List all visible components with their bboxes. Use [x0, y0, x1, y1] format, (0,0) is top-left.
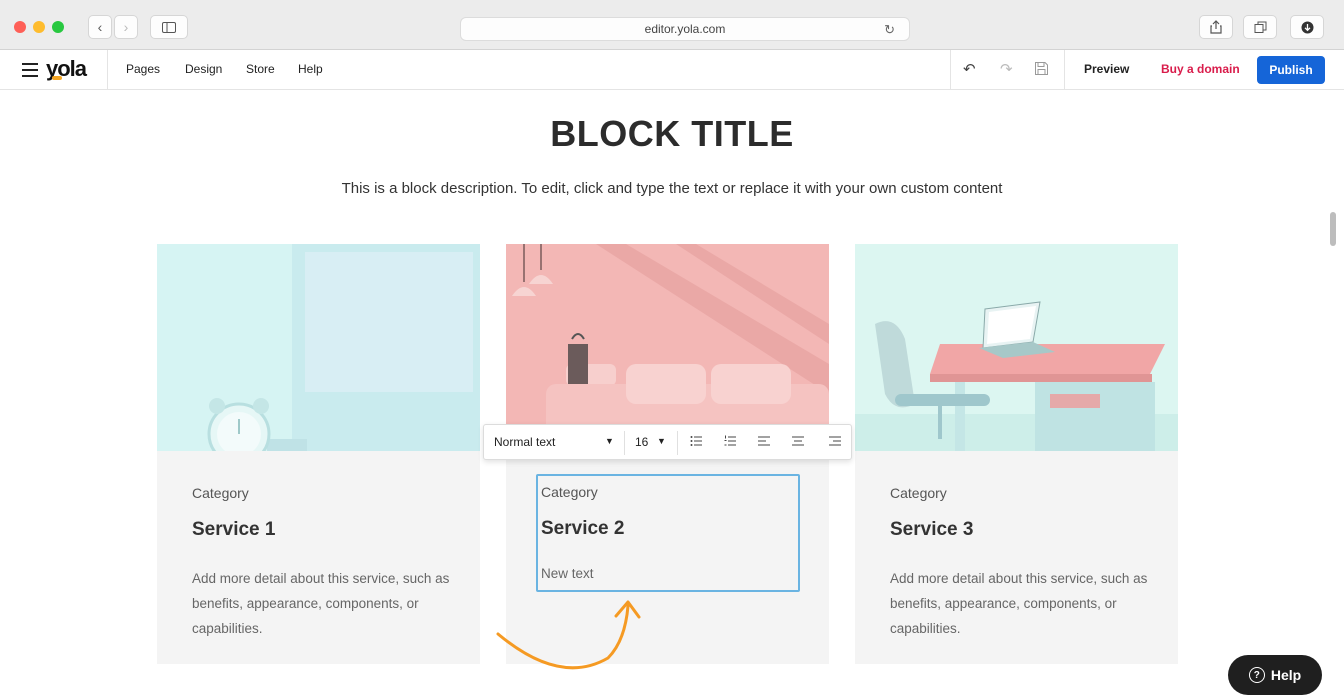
url-text: editor.yola.com [644, 22, 726, 36]
help-label: Help [1270, 667, 1302, 683]
menu-icon[interactable] [22, 63, 38, 77]
nav-pages[interactable]: Pages [126, 62, 160, 76]
align-right-icon[interactable] [829, 434, 841, 450]
card-title[interactable]: Service 1 [192, 519, 275, 541]
close-window-button[interactable] [14, 21, 26, 33]
zoom-window-button[interactable] [52, 21, 64, 33]
editor-toolbar: yola Pages Design Store Help ↶ ↷ Preview… [0, 50, 1344, 90]
address-bar[interactable]: editor.yola.com ↻ [460, 17, 910, 41]
align-left-icon[interactable] [758, 434, 770, 450]
minimize-window-button[interactable] [33, 21, 45, 33]
downloads-button[interactable] [1290, 15, 1324, 39]
service-1-image[interactable] [157, 244, 480, 451]
question-icon: ? [1248, 667, 1265, 683]
sidebar-icon [162, 21, 176, 33]
chevron-down-icon[interactable]: ▼ [657, 436, 666, 446]
share-icon [1210, 20, 1222, 34]
chevron-right-icon: › [123, 19, 129, 35]
divider [677, 431, 678, 455]
block-title[interactable]: BLOCK TITLE [0, 113, 1344, 155]
card-description[interactable]: Add more detail about this service, such… [192, 566, 452, 641]
card-title[interactable]: Service 2 [541, 518, 624, 540]
nav-design[interactable]: Design [185, 62, 222, 76]
divider [624, 431, 625, 455]
undo-icon[interactable]: ↶ [963, 60, 976, 78]
nav-store[interactable]: Store [246, 62, 275, 76]
service-2-image[interactable] [506, 244, 829, 451]
publish-button[interactable]: Publish [1257, 56, 1325, 84]
card-category[interactable]: Category [541, 484, 598, 500]
numbered-list-icon[interactable] [724, 434, 736, 450]
font-size-dropdown[interactable]: 16 [635, 435, 648, 449]
sidebar-toggle-button[interactable] [150, 15, 188, 39]
card-category[interactable]: Category [192, 485, 249, 501]
reload-icon[interactable]: ↻ [884, 22, 895, 38]
forward-button[interactable]: › [114, 15, 138, 39]
divider [950, 50, 951, 90]
nav-help[interactable]: Help [298, 62, 323, 76]
chevron-down-icon[interactable]: ▼ [605, 436, 614, 446]
card-category[interactable]: Category [890, 485, 947, 501]
divider [107, 50, 108, 90]
block-description[interactable]: This is a block description. To edit, cl… [0, 180, 1344, 197]
chevron-left-icon: ‹ [97, 19, 103, 35]
service-card-1[interactable]: Category Service 1 Add more detail about… [157, 244, 480, 664]
card-title[interactable]: Service 3 [890, 519, 973, 541]
text-format-toolbar: Normal text ▼ 16 ▼ [483, 424, 852, 460]
service-card-3[interactable]: Category Service 3 Add more detail about… [855, 244, 1178, 664]
browser-chrome: ‹ › editor.yola.com ↻ [0, 0, 1344, 50]
tabs-icon [1254, 21, 1266, 33]
preview-button[interactable]: Preview [1084, 62, 1129, 76]
card-description[interactable]: New text [541, 566, 594, 581]
service-3-image[interactable] [855, 244, 1178, 451]
download-icon [1301, 21, 1313, 33]
yola-logo: yola [46, 56, 87, 81]
align-center-icon[interactable] [792, 434, 804, 450]
scrollbar-thumb[interactable] [1330, 212, 1336, 246]
logo-accent [52, 76, 62, 80]
text-style-dropdown[interactable]: Normal text [494, 435, 555, 449]
share-button[interactable] [1199, 15, 1233, 39]
buy-domain-link[interactable]: Buy a domain [1161, 62, 1240, 76]
tabs-overview-button[interactable] [1243, 15, 1277, 39]
back-button[interactable]: ‹ [88, 15, 112, 39]
card-description[interactable]: Add more detail about this service, such… [890, 566, 1150, 641]
save-icon[interactable] [1034, 61, 1049, 80]
divider [1064, 50, 1065, 90]
annotation-arrow [496, 600, 641, 670]
redo-icon[interactable]: ↷ [1000, 60, 1013, 78]
bulleted-list-icon[interactable] [690, 434, 702, 450]
help-button[interactable]: ? Help [1228, 655, 1322, 695]
